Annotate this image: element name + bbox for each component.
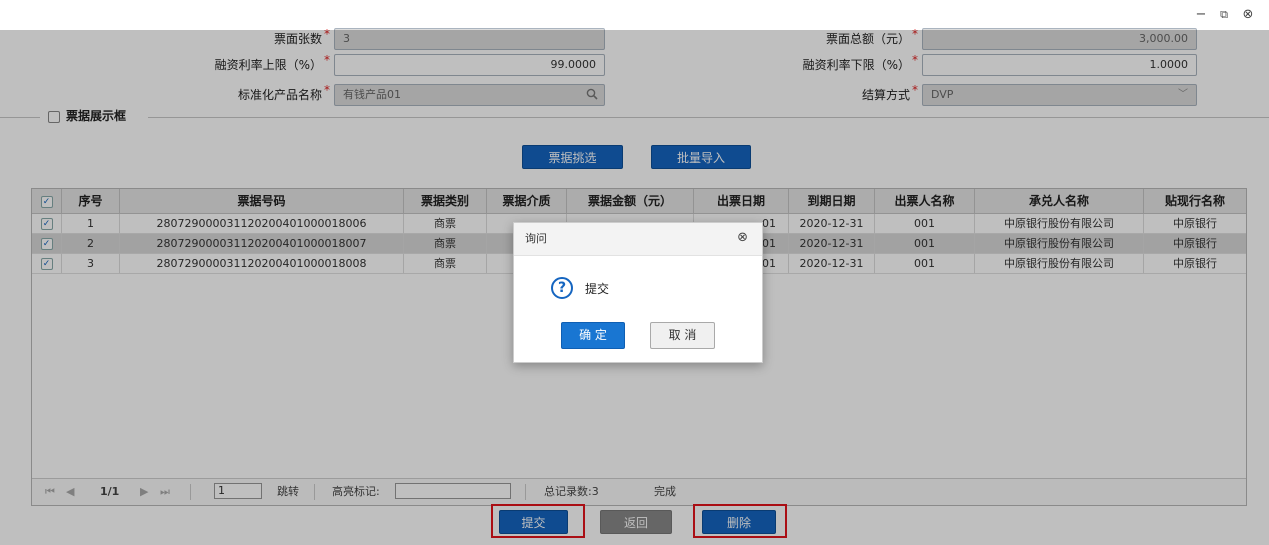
page: − ⧉ ⊗ 票面张数 * 3 票面总额（元） * 3,000.00 融资利率上限（%…: [0, 0, 1269, 545]
minimize-icon[interactable]: −: [1193, 7, 1209, 23]
dialog-ok-button[interactable]: 确 定: [561, 322, 625, 349]
confirm-dialog: 询问 ⊗ ? 提交 确 定 取 消: [513, 222, 763, 363]
title-bar: − ⧉ ⊗: [0, 0, 1269, 30]
dialog-cancel-button[interactable]: 取 消: [650, 322, 715, 349]
dialog-message: 提交: [585, 282, 610, 296]
dialog-title: 询问: [525, 232, 547, 245]
dialog-header: 询问 ⊗: [514, 223, 762, 256]
close-icon[interactable]: ⊗: [1240, 7, 1256, 23]
question-icon: ?: [551, 277, 573, 299]
dialog-close-icon[interactable]: ⊗: [737, 230, 748, 246]
restore-icon[interactable]: ⧉: [1216, 7, 1232, 23]
